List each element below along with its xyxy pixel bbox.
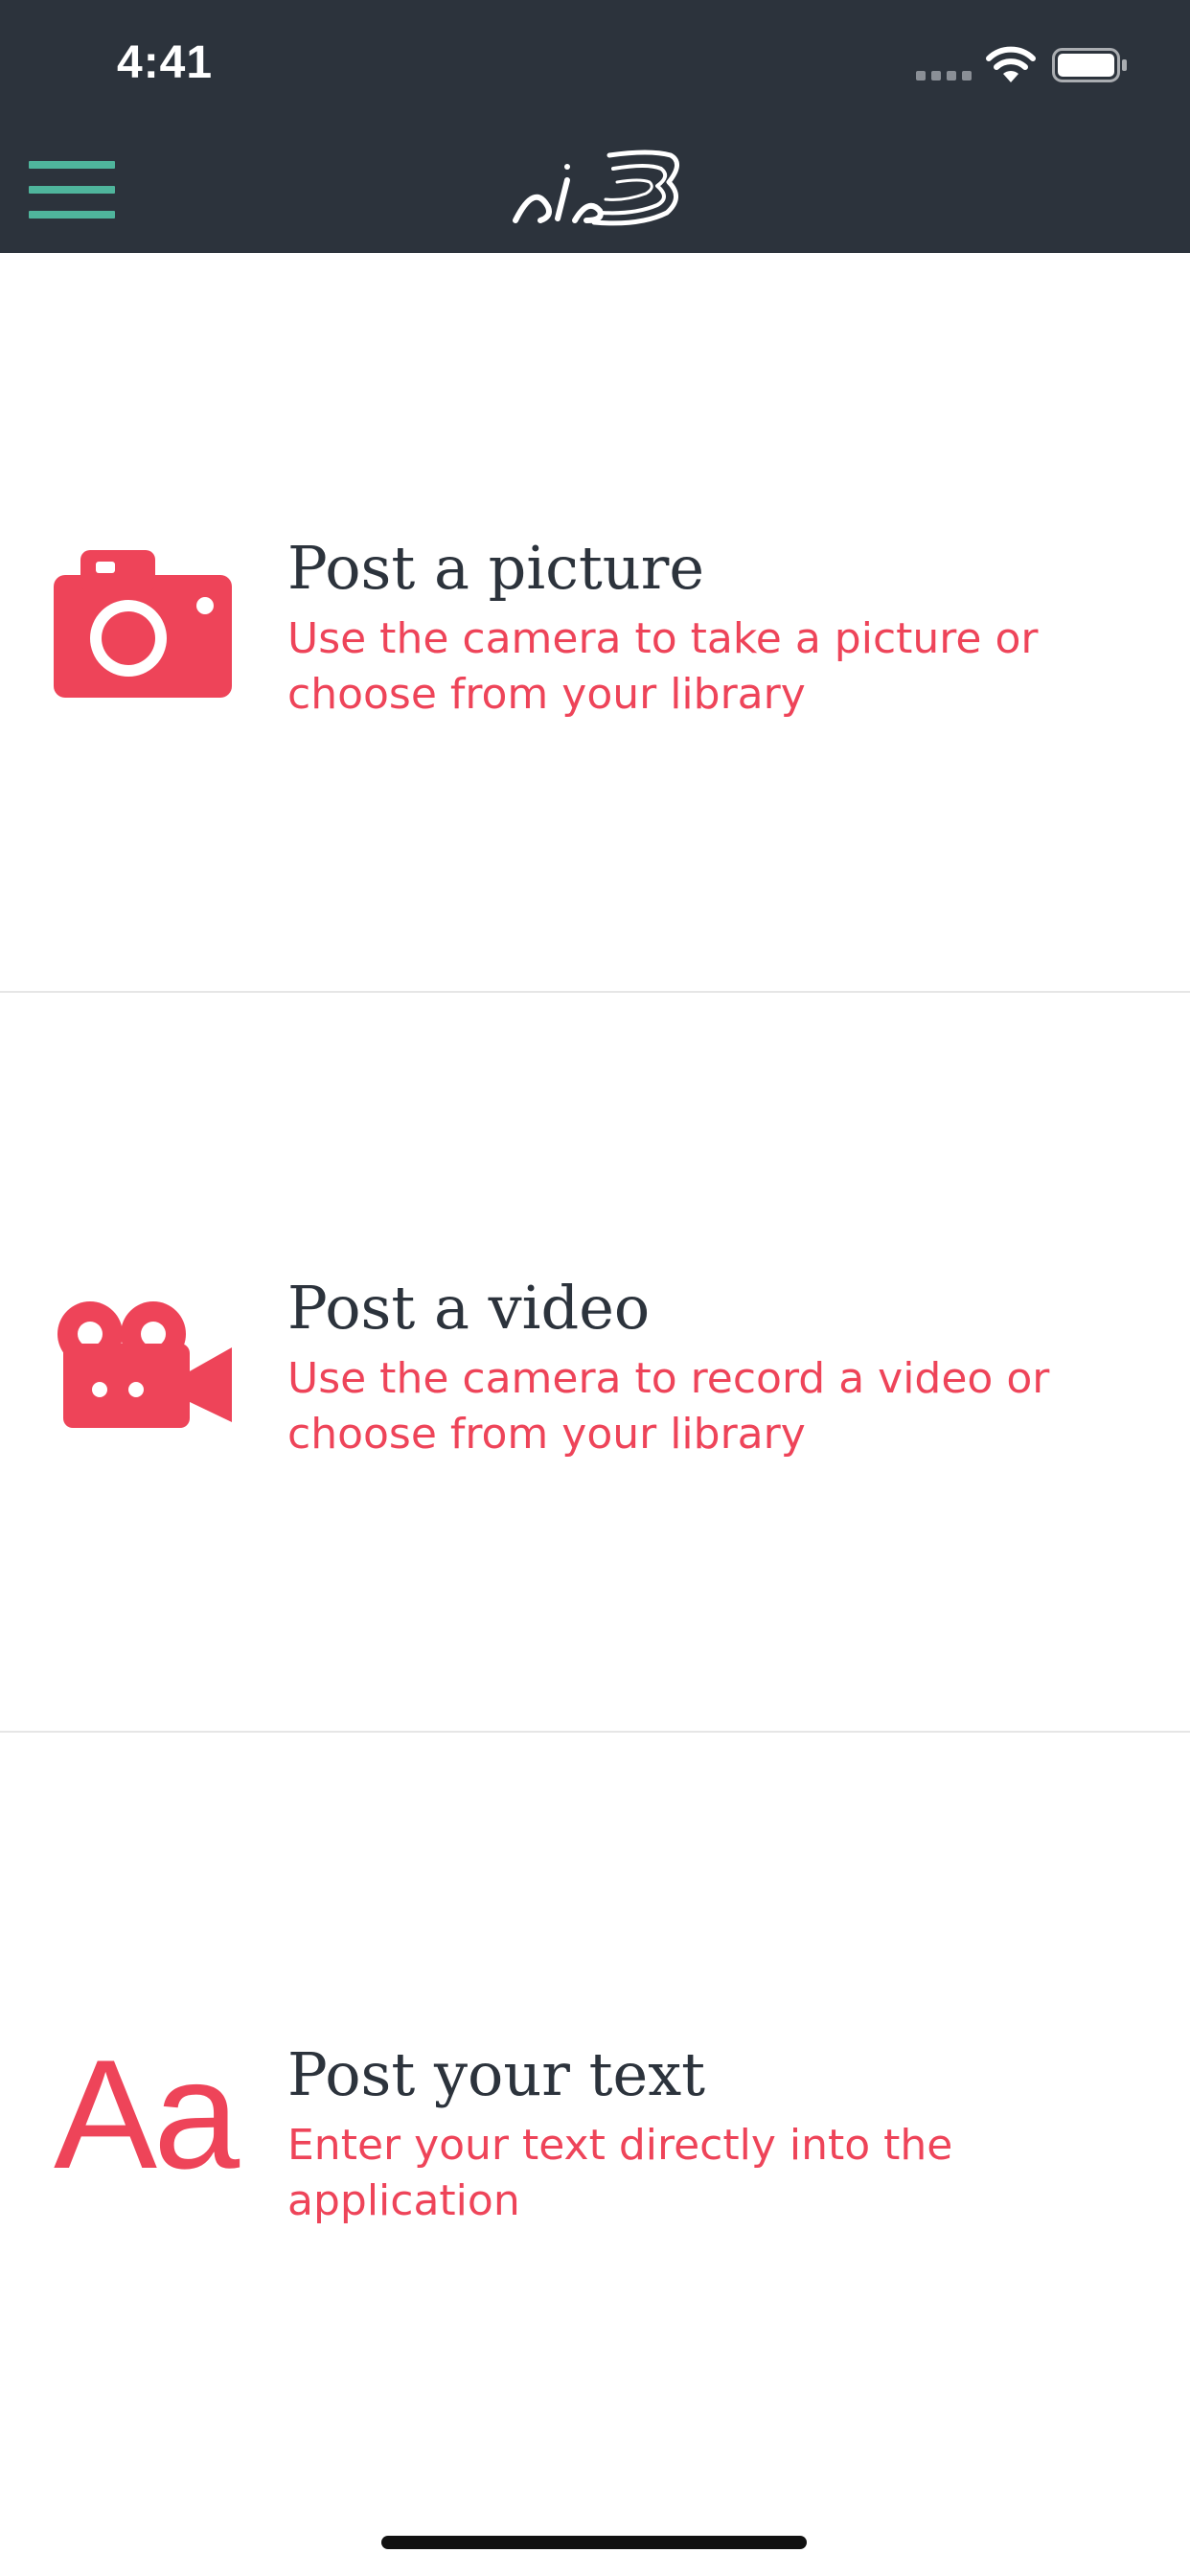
status-time: 4:41 — [117, 37, 214, 88]
home-indicator[interactable] — [381, 2536, 807, 2549]
option-description: Use the camera to take a picture or choo… — [287, 614, 1039, 719]
option-title: Post a picture — [287, 533, 705, 603]
post-picture-option[interactable]: Post a picture Use the camera to take a … — [0, 253, 1190, 993]
text-aa-icon: Aa — [54, 2028, 240, 2201]
post-video-option[interactable]: Post a video Use the camera to record a … — [0, 993, 1190, 1733]
option-title: Post your text — [287, 2039, 706, 2109]
video-camera-icon — [57, 1301, 232, 1428]
option-title: Post a video — [287, 1273, 651, 1343]
signal-dots-icon — [916, 71, 972, 80]
camera-icon — [54, 550, 232, 698]
hamburger-menu-icon[interactable] — [29, 161, 117, 220]
option-description: Use the camera to record a video or choo… — [287, 1354, 1050, 1459]
brand-logo — [513, 150, 679, 226]
wifi-icon — [986, 46, 1036, 82]
option-description: Enter your text directly into the applic… — [287, 2121, 953, 2225]
post-text-option[interactable]: Aa Post your text Enter your text direct… — [0, 1733, 1190, 2490]
battery-icon — [1052, 48, 1127, 82]
app-header: 4:41 — [0, 0, 1190, 253]
